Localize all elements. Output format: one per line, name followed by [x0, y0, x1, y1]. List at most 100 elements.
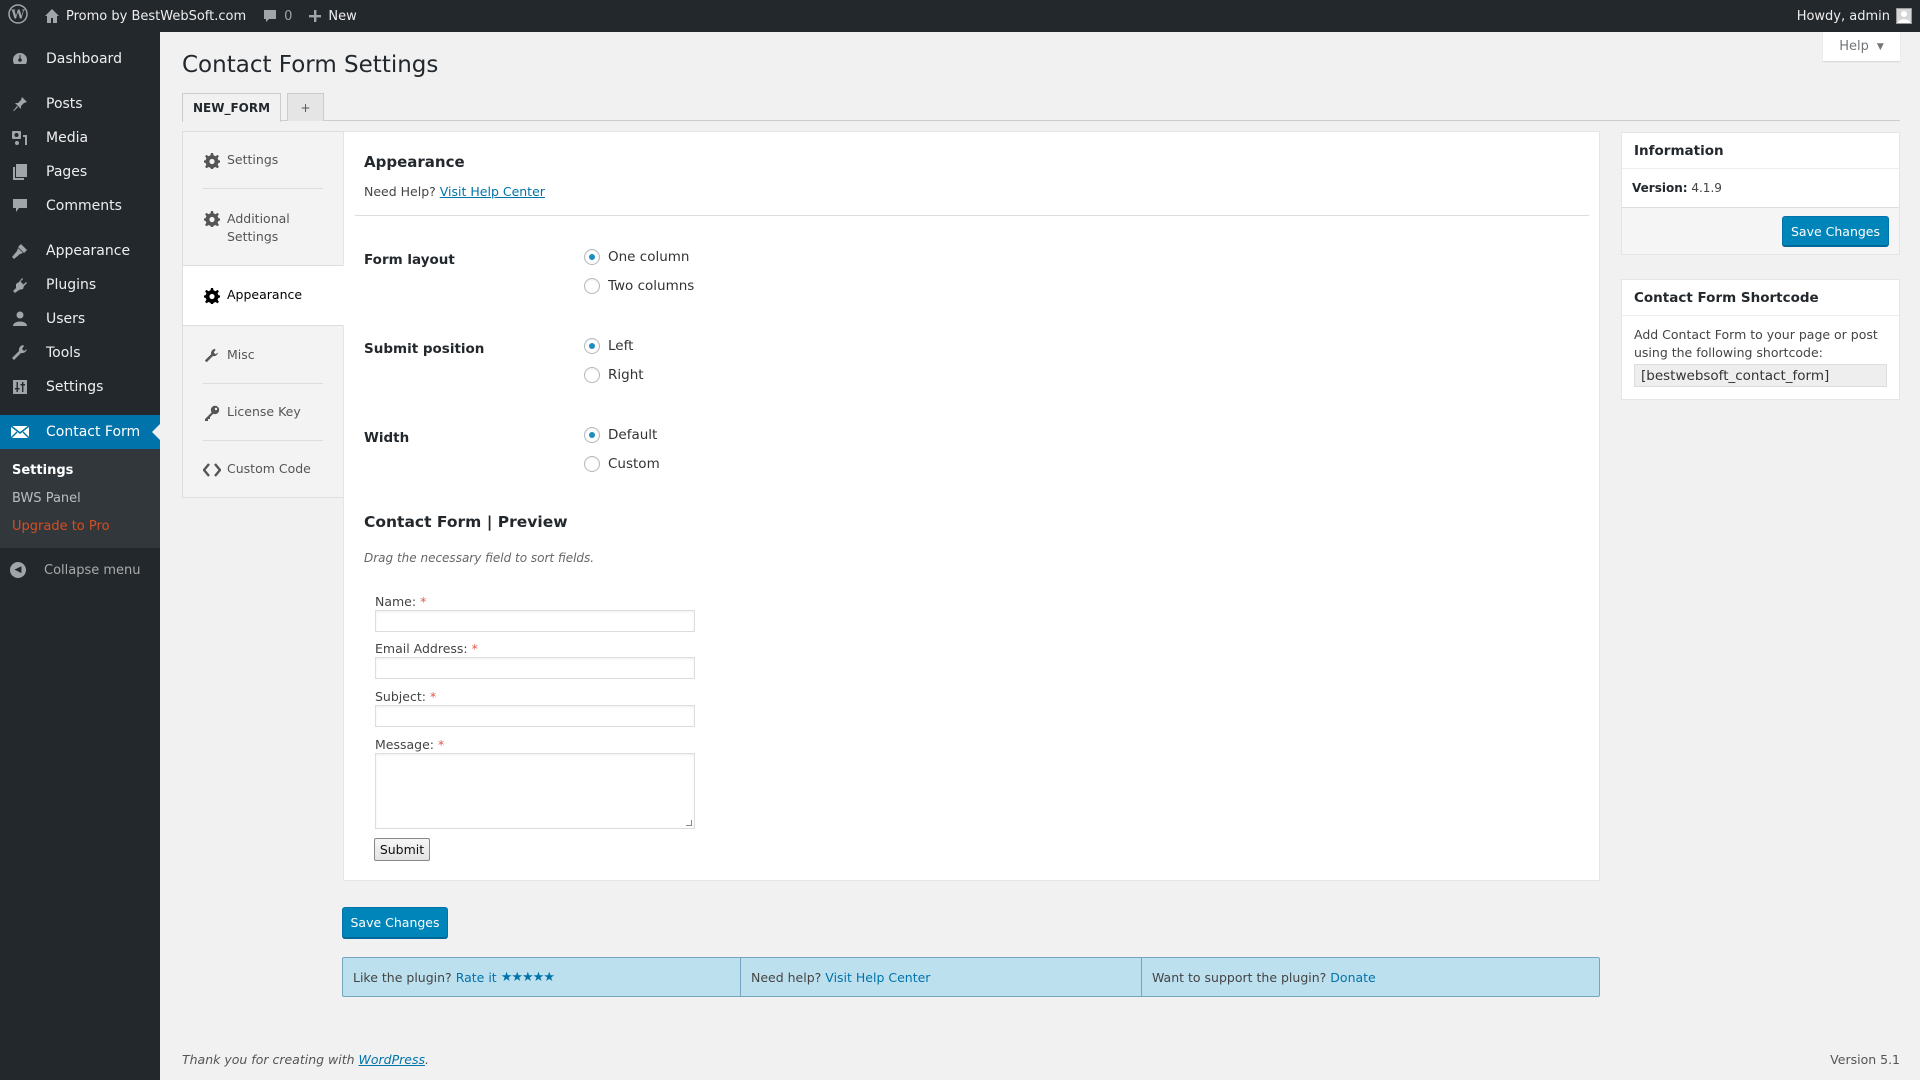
site-name-link[interactable]: Promo by BestWebSoft.com: [36, 0, 254, 32]
wordpress-logo-button[interactable]: W: [0, 0, 36, 32]
admin-bar: W Promo by BestWebSoft.com 0 New Howdy, …: [0, 0, 1920, 32]
radio-button[interactable]: [584, 367, 600, 383]
version-label: Version:: [1632, 181, 1688, 195]
sidebar-item-media[interactable]: Media: [0, 121, 160, 155]
preview-label-email[interactable]: Email Address: *: [375, 641, 478, 656]
radio-default[interactable]: Default: [584, 427, 657, 443]
wordpress-logo-icon: W: [8, 4, 28, 28]
radio-button[interactable]: [584, 278, 600, 294]
preview-label-subject[interactable]: Subject: *: [375, 689, 436, 704]
shortcode-description: Add Contact Form to your page or post us…: [1634, 327, 1878, 360]
version-line: Version: 4.1.9: [1622, 169, 1899, 208]
nav-item-settings[interactable]: Settings: [182, 131, 344, 189]
nav-item-appearance[interactable]: Appearance: [182, 265, 344, 326]
sidebar-item-appearance[interactable]: Appearance: [0, 234, 160, 268]
sidebar-item-contact-form[interactable]: Contact Form: [0, 415, 160, 449]
footer-thanks-text: Thank you for creating with: [182, 1052, 355, 1067]
radio-left[interactable]: Left: [584, 338, 633, 354]
option-label: Form layout: [364, 252, 455, 268]
comments-count: 0: [284, 8, 293, 24]
sidebar-item-posts[interactable]: Posts: [0, 87, 160, 121]
radio-two-columns[interactable]: Two columns: [584, 278, 694, 294]
preview-submit-button[interactable]: Submit: [374, 838, 430, 861]
submenu-item-upgrade-to-pro[interactable]: Upgrade to Pro: [0, 512, 160, 540]
nav-item-label: Settings: [227, 152, 279, 167]
preview-subject-input[interactable]: [375, 705, 695, 727]
site-name: Promo by BestWebSoft.com: [66, 8, 247, 24]
preview-message-textarea[interactable]: [375, 753, 695, 829]
resize-grip-icon[interactable]: [686, 820, 692, 826]
radio-label: Two columns: [608, 278, 695, 294]
help-label: Help: [1839, 39, 1869, 54]
donate-link[interactable]: Donate: [1330, 970, 1375, 985]
comment-icon: [10, 196, 30, 216]
collapse-arrow-icon: ◀: [10, 562, 26, 578]
collapse-menu-button[interactable]: ◀ Collapse menu: [0, 553, 160, 587]
tab-new-form[interactable]: NEW_FORM: [182, 93, 281, 122]
divider: [355, 215, 1589, 216]
radio-one-column[interactable]: One column: [584, 249, 689, 265]
sidebar-item-label: Users: [46, 311, 86, 327]
my-account-link[interactable]: Howdy, admin: [1789, 0, 1920, 32]
field-label: Subject:: [375, 689, 426, 704]
nav-item-additional-settings[interactable]: Additional Settings: [182, 188, 344, 265]
footer-visit-help-center-link[interactable]: Visit Help Center: [825, 970, 930, 985]
caret-down-icon: ▼: [1876, 41, 1884, 52]
nav-item-license-key[interactable]: License Key: [182, 384, 344, 441]
nav-item-custom-code[interactable]: Custom Code: [182, 441, 344, 498]
sidebar-item-settings[interactable]: Settings: [0, 370, 160, 404]
rate-cell: Like the plugin? Rate it ★★★★★: [343, 958, 741, 996]
save-changes-button[interactable]: Save Changes: [342, 907, 448, 938]
radio-button[interactable]: [584, 427, 600, 443]
radio-button[interactable]: [584, 456, 600, 472]
sidebar-item-comments[interactable]: Comments: [0, 189, 160, 223]
sidebar-item-label: Tools: [46, 345, 81, 361]
plug-icon: [10, 275, 30, 295]
help-cell: Need help? Visit Help Center: [741, 958, 1142, 996]
required-marker: *: [420, 594, 427, 609]
sidebar-item-tools[interactable]: Tools: [0, 336, 160, 370]
sidebar-item-label: Dashboard: [46, 51, 122, 67]
nav-item-label: Additional Settings: [227, 211, 290, 244]
sidebar-item-plugins[interactable]: Plugins: [0, 268, 160, 302]
radio-right[interactable]: Right: [584, 367, 644, 383]
nav-item-misc[interactable]: Misc: [182, 326, 344, 384]
preview-label-name[interactable]: Name: *: [375, 594, 426, 609]
avatar: [1896, 8, 1912, 24]
shortcode-body: Add Contact Form to your page or post us…: [1622, 316, 1899, 399]
media-icon: [10, 128, 30, 148]
new-content-link[interactable]: New: [300, 0, 364, 32]
comments-link[interactable]: 0: [254, 0, 300, 32]
field-label: Email Address:: [375, 641, 468, 656]
five-stars-icon[interactable]: ★★★★★: [501, 970, 555, 985]
submenu-item-bws-panel[interactable]: BWS Panel: [0, 484, 160, 512]
footer-period: .: [425, 1052, 429, 1067]
sidebar-item-label: Settings: [46, 379, 104, 395]
sidebar-save-changes-button[interactable]: Save Changes: [1782, 216, 1889, 246]
add-form-tab-button[interactable]: +: [287, 93, 324, 121]
wordpress-link[interactable]: WordPress: [359, 1052, 425, 1067]
shortcode-title: Contact Form Shortcode: [1622, 280, 1899, 316]
donate-cell: Want to support the plugin? Donate: [1142, 958, 1599, 996]
submenu-item-settings[interactable]: Settings: [0, 456, 160, 484]
radio-button[interactable]: [584, 338, 600, 354]
visit-help-center-link[interactable]: Visit Help Center: [440, 184, 545, 199]
shortcode-field[interactable]: [bestwebsoft_contact_form]: [1634, 364, 1887, 387]
help-tab-button[interactable]: Help ▼: [1823, 32, 1900, 61]
rate-it-link[interactable]: Rate it: [456, 970, 497, 985]
sidebar-item-dashboard[interactable]: Dashboard: [0, 42, 160, 76]
sidebar-item-users[interactable]: Users: [0, 302, 160, 336]
preview-email-input[interactable]: [375, 657, 695, 679]
pin-icon: [10, 94, 30, 114]
radio-button[interactable]: [584, 249, 600, 265]
information-title: Information: [1622, 133, 1899, 169]
required-marker: *: [429, 689, 437, 704]
field-label: Message:: [375, 737, 434, 752]
preview-label-message[interactable]: Message: *: [375, 737, 444, 752]
required-marker: *: [471, 641, 478, 656]
sidebar-item-label: Pages: [46, 164, 88, 180]
radio-custom[interactable]: Custom: [584, 456, 660, 472]
preview-name-input[interactable]: [375, 610, 695, 632]
sidebar-item-pages[interactable]: Pages: [0, 155, 160, 189]
footer-version: Version 5.1: [1830, 1052, 1900, 1067]
